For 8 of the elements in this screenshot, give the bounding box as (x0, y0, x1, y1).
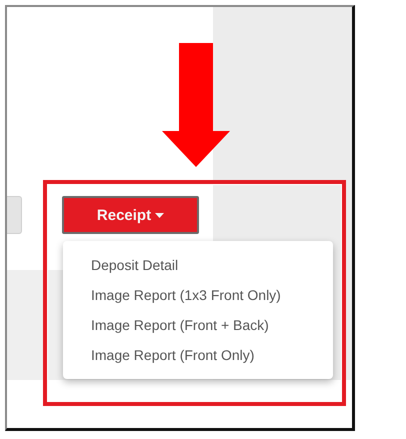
partial-button[interactable] (7, 196, 22, 234)
receipt-dropdown-button[interactable]: Receipt (62, 196, 199, 234)
menu-item[interactable]: Image Report (Front + Back) (63, 310, 333, 340)
menu-item[interactable]: Deposit Detail (63, 250, 333, 280)
menu-item[interactable]: Image Report (Front Only) (63, 340, 333, 370)
down-arrow-icon (162, 43, 230, 167)
menu-item[interactable]: Image Report (1x3 Front Only) (63, 280, 333, 310)
caret-icon (155, 212, 164, 218)
